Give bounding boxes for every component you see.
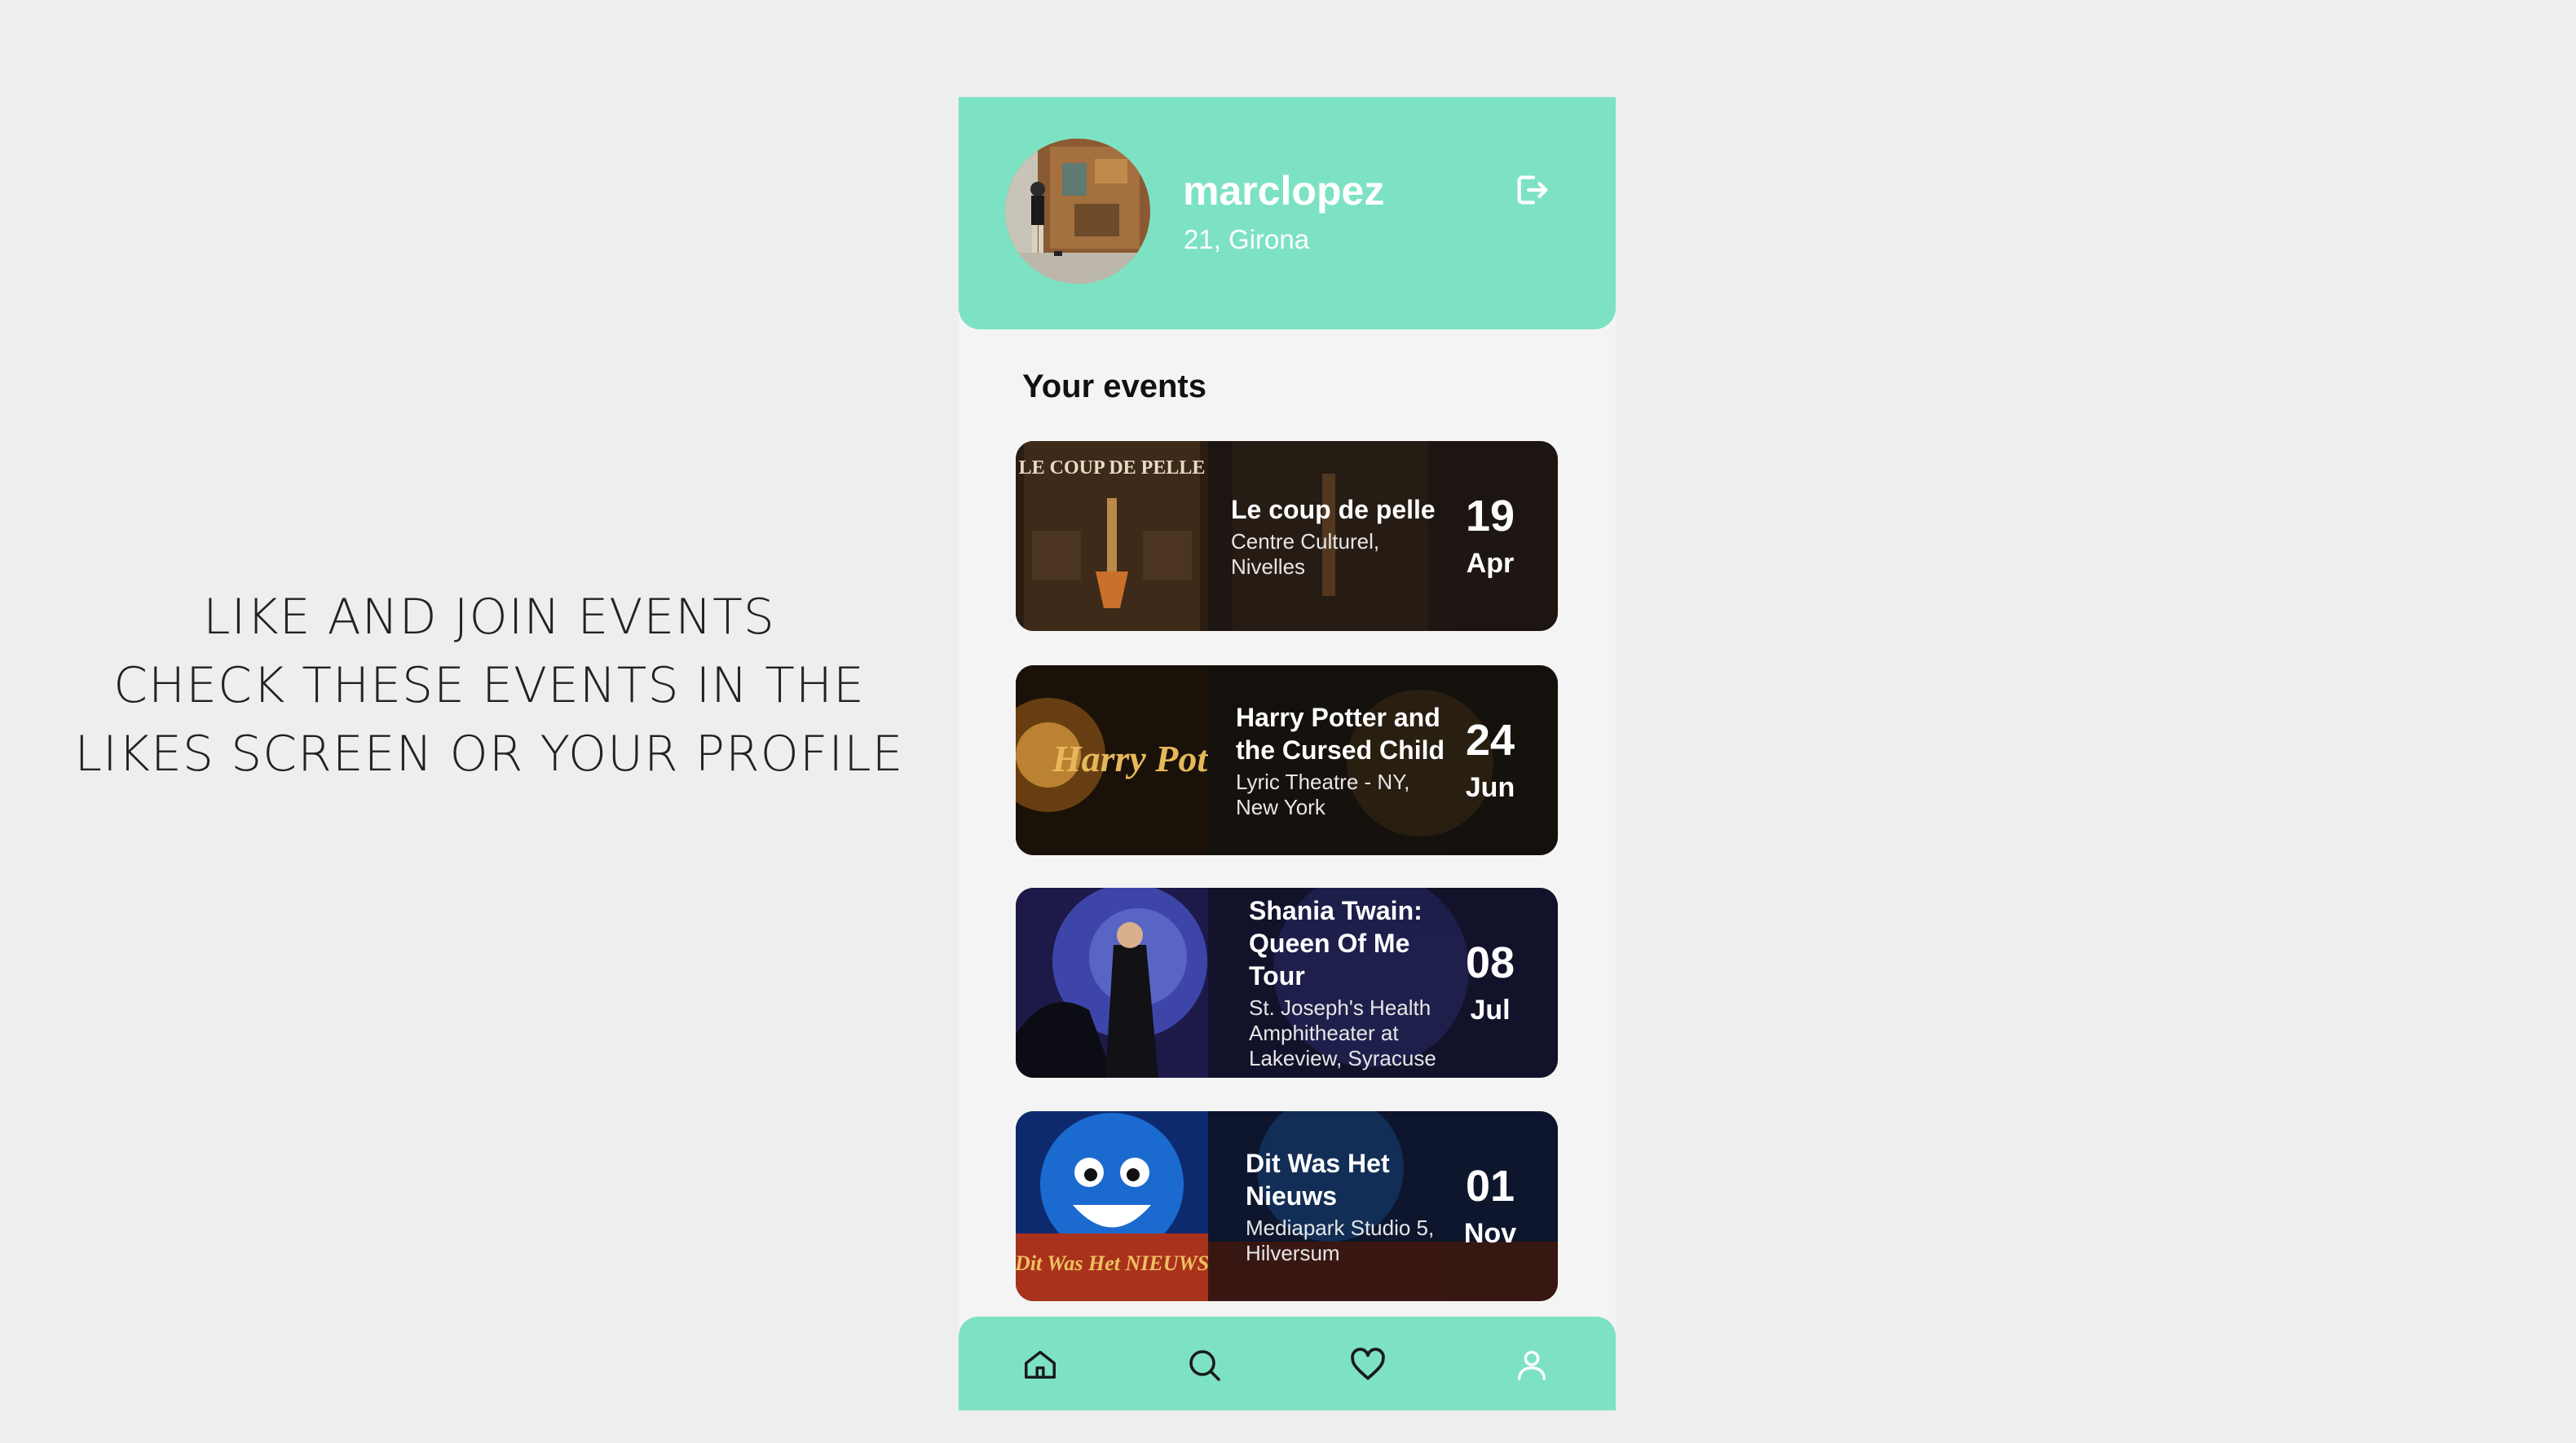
event-venue: Lyric Theatre - NY, New York bbox=[1236, 769, 1410, 819]
event-card[interactable]: Dit Was Het NIEUWS Dit Was Het Nieuws Me… bbox=[1016, 1111, 1558, 1301]
event-poster: Dit Was Het NIEUWS bbox=[1016, 1111, 1208, 1301]
nav-likes[interactable] bbox=[1346, 1343, 1390, 1387]
caption-line-2: CHECK THESE EVENTS IN THE bbox=[113, 657, 865, 714]
caption-line-3: LIKES SCREEN OR YOUR PROFILE bbox=[74, 726, 904, 783]
event-info: Dit Was Het Nieuws Mediapark Studio 5, H… bbox=[1246, 1111, 1466, 1301]
event-poster-text: Dit Was Het NIEUWS bbox=[1016, 1251, 1208, 1275]
avatar[interactable] bbox=[1005, 139, 1150, 284]
event-day: 01 bbox=[1465, 1161, 1515, 1211]
logout-icon bbox=[1517, 175, 1548, 205]
event-card[interactable]: Shania Twain: Queen Of Me Tour St. Josep… bbox=[1016, 888, 1558, 1078]
phone-screen: marclopez 21, Girona Your events LE COUP… bbox=[959, 97, 1616, 1410]
screen: LIKE AND JOIN EVENTS CHECK THESE EVENTS … bbox=[0, 0, 2576, 1443]
event-venue: Centre Culturel, Nivelles bbox=[1231, 528, 1380, 579]
caption-line-1: LIKE AND JOIN EVENTS bbox=[203, 589, 775, 646]
home-icon bbox=[1025, 1350, 1056, 1379]
event-card[interactable]: LE COUP DE PELLE Le coup de pelle Centre… bbox=[1016, 441, 1558, 631]
event-month: Apr bbox=[1466, 547, 1515, 579]
event-info: Shania Twain: Queen Of Me Tour St. Josep… bbox=[1249, 888, 1469, 1078]
nav-home[interactable] bbox=[1018, 1343, 1062, 1387]
event-month: Nov bbox=[1463, 1217, 1517, 1249]
event-day: 08 bbox=[1465, 938, 1515, 987]
heart-icon bbox=[1351, 1348, 1385, 1380]
event-day: 19 bbox=[1465, 491, 1515, 541]
event-poster bbox=[1016, 888, 1208, 1078]
search-icon bbox=[1189, 1350, 1220, 1381]
event-poster-text: LE COUP DE PELLE bbox=[1019, 457, 1206, 479]
event-title: Harry Potter and the Cursed Child bbox=[1236, 702, 1445, 765]
event-poster-text: Harry Pot bbox=[1052, 738, 1208, 779]
user-icon bbox=[1517, 1350, 1546, 1380]
event-date: 19 Apr bbox=[1453, 441, 1527, 631]
event-venue: St. Joseph's Health Amphitheater at Lake… bbox=[1249, 995, 1436, 1070]
your-events-title: Your events bbox=[1022, 368, 1206, 404]
event-title: Shania Twain: Queen Of Me Tour bbox=[1249, 896, 1423, 991]
event-card[interactable]: Harry Pot Harry Potter and the Cursed Ch… bbox=[1016, 665, 1558, 855]
event-title: Le coup de pelle bbox=[1231, 494, 1436, 524]
event-info: Le coup de pelle Centre Culturel, Nivell… bbox=[1231, 441, 1451, 631]
profile-header: marclopez 21, Girona bbox=[959, 97, 1616, 329]
event-day: 24 bbox=[1465, 715, 1515, 765]
event-date: 24 Jun bbox=[1453, 665, 1527, 855]
nav-search[interactable] bbox=[1182, 1343, 1226, 1387]
event-info: Harry Potter and the Cursed Child Lyric … bbox=[1236, 665, 1456, 855]
nav-profile[interactable] bbox=[1510, 1343, 1554, 1387]
event-poster: Harry Pot bbox=[1016, 665, 1208, 855]
feature-caption: LIKE AND JOIN EVENTS CHECK THESE EVENTS … bbox=[49, 583, 929, 788]
event-venue: Mediapark Studio 5, Hilversum bbox=[1246, 1215, 1435, 1265]
user-age-location: 21, Girona bbox=[1184, 224, 1310, 254]
event-date: 01 Nov bbox=[1453, 1111, 1527, 1301]
bottom-navigation bbox=[959, 1317, 1616, 1410]
event-poster: LE COUP DE PELLE bbox=[1016, 441, 1208, 631]
event-title: Dit Was Het Nieuws bbox=[1246, 1148, 1390, 1211]
event-month: Jul bbox=[1470, 994, 1511, 1026]
username: marclopez bbox=[1183, 168, 1385, 214]
logout-button[interactable] bbox=[1509, 167, 1555, 213]
event-month: Jun bbox=[1465, 771, 1515, 803]
event-date: 08 Jul bbox=[1453, 888, 1527, 1078]
